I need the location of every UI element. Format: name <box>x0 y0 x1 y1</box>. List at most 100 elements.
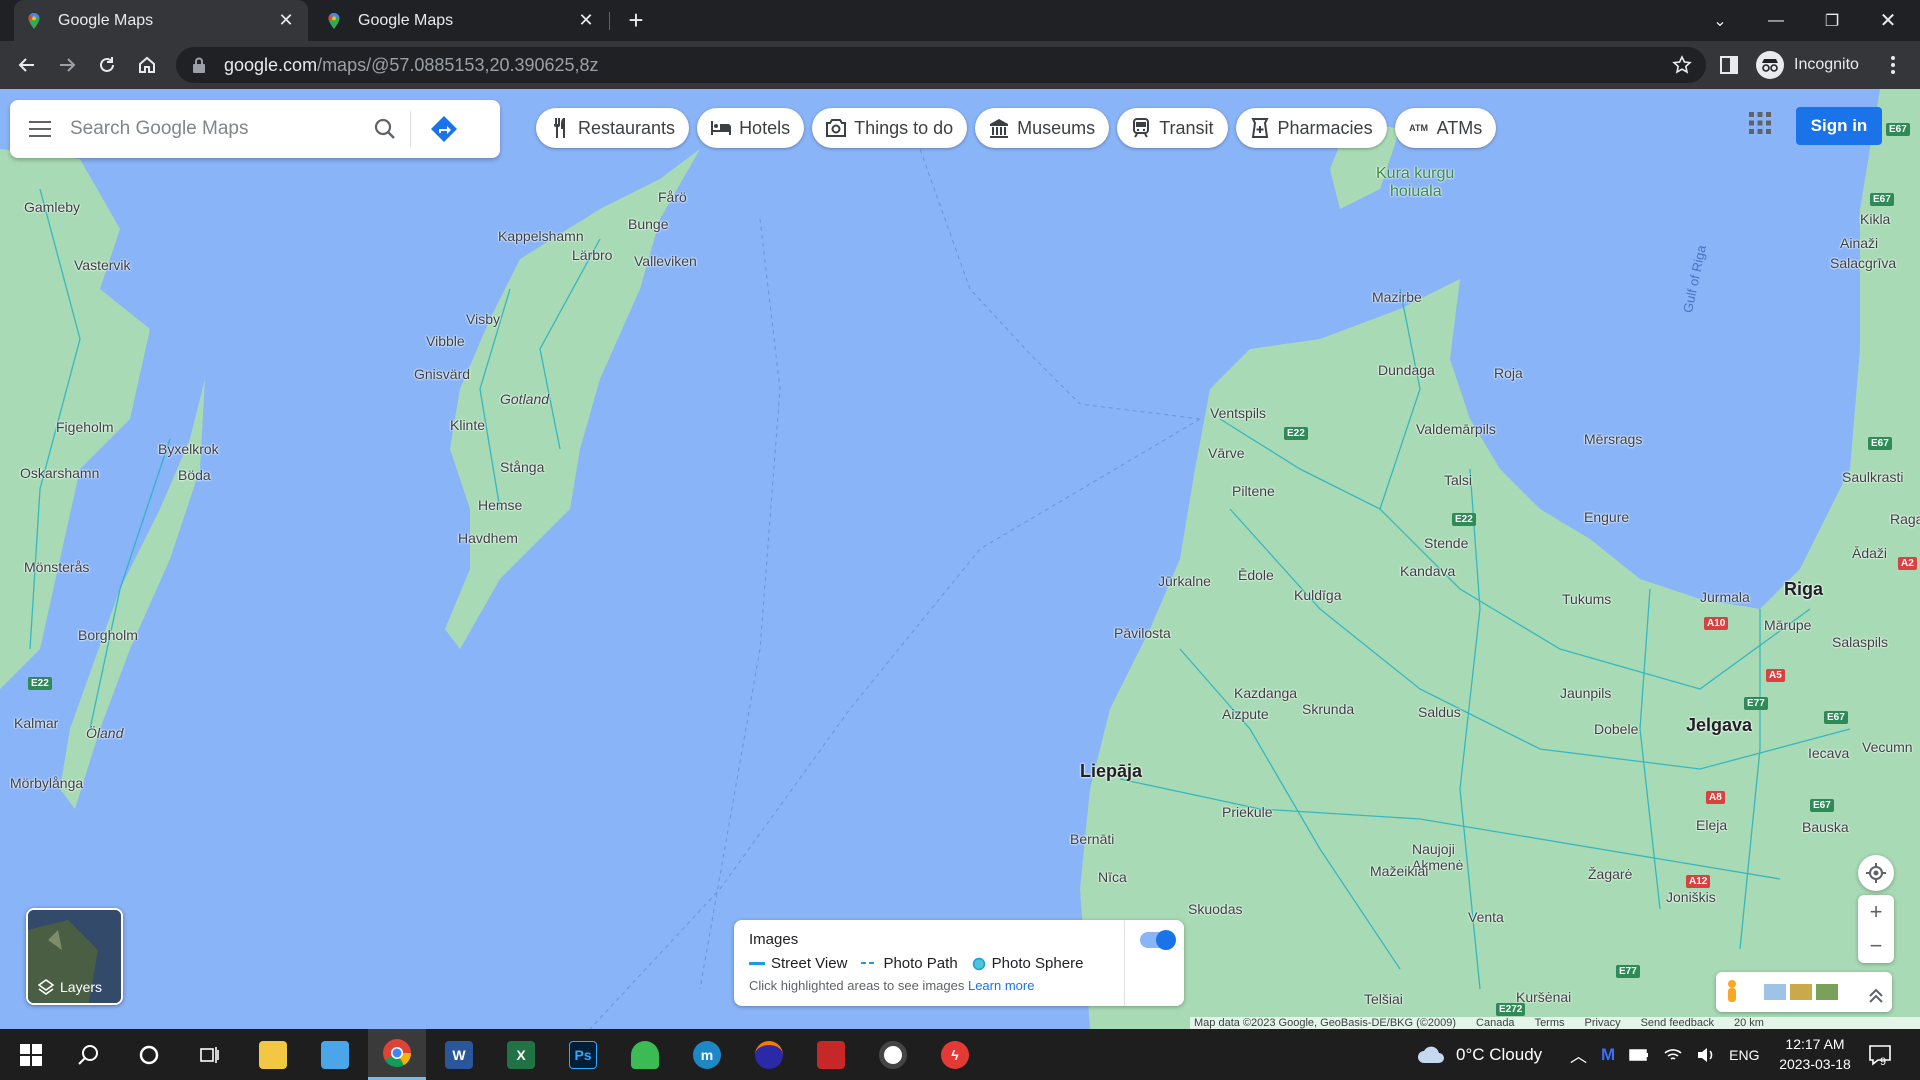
place-label[interactable]: Visby <box>466 311 500 327</box>
address-bar[interactable]: google.com/maps/@57.0885153,20.390625,8z <box>176 47 1706 83</box>
layers-button[interactable]: Layers <box>26 908 123 1005</box>
place-label[interactable]: Böda <box>178 467 211 483</box>
excel-button[interactable]: X <box>492 1029 550 1080</box>
place-label[interactable]: Kalmar <box>14 715 58 731</box>
place-label[interactable]: Kappelshamn <box>498 228 584 244</box>
wifi-icon[interactable] <box>1663 1047 1683 1063</box>
place-label[interactable]: Mönsterås <box>24 559 89 575</box>
chip-museums[interactable]: Museums <box>975 108 1110 148</box>
place-label[interactable]: Tukums <box>1562 591 1611 607</box>
place-label[interactable]: Kuldīga <box>1294 587 1341 603</box>
place-label[interactable]: Venta <box>1468 909 1504 925</box>
mu-app-button[interactable]: m <box>678 1029 736 1080</box>
tab-google-maps-2[interactable]: Google Maps ✕ <box>314 0 608 41</box>
minimize-button[interactable]: — <box>1748 0 1804 41</box>
place-label[interactable]: Vārve <box>1208 445 1245 461</box>
place-label[interactable]: Jaunpils <box>1560 685 1611 701</box>
tab-google-maps-1[interactable]: Google Maps ✕ <box>14 0 308 41</box>
close-tab-icon[interactable]: ✕ <box>576 10 596 31</box>
tab-search-chevron-icon[interactable]: ⌄ <box>1692 0 1748 41</box>
vpn-app-button[interactable] <box>616 1029 674 1080</box>
clock[interactable]: 12:17 AM 2023-03-18 <box>1770 1034 1860 1074</box>
place-label[interactable]: Jūrkalne <box>1158 573 1211 589</box>
place-label[interactable]: Stånga <box>500 459 544 475</box>
new-tab-button[interactable]: + <box>622 7 650 34</box>
place-label[interactable]: Mārupe <box>1764 617 1811 633</box>
chrome-button[interactable] <box>368 1029 426 1080</box>
place-label[interactable]: Dobele <box>1594 721 1638 737</box>
map-canvas[interactable]: Gamleby Vastervik Figeholm Oskarshamn By… <box>0 89 1920 1029</box>
disc-app-button[interactable] <box>864 1029 922 1080</box>
place-label[interactable]: Salaspils <box>1832 634 1888 650</box>
place-label-city[interactable]: Liepāja <box>1080 761 1142 782</box>
scale-bar[interactable]: 20 km <box>1734 1017 1764 1029</box>
place-label[interactable]: Pāvilosta <box>1114 625 1171 641</box>
word-button[interactable]: W <box>430 1029 488 1080</box>
place-label[interactable]: Mazirbe <box>1372 289 1422 305</box>
back-button[interactable] <box>12 50 42 80</box>
place-label[interactable]: Raga <box>1890 511 1920 527</box>
place-label[interactable]: Iecava <box>1808 745 1849 761</box>
place-label[interactable]: Salacgrīva <box>1830 255 1896 271</box>
send-feedback-link[interactable]: Send feedback <box>1641 1017 1714 1029</box>
place-label[interactable]: Byxelkrok <box>158 441 219 457</box>
start-button[interactable] <box>2 1029 60 1080</box>
zoom-in-button[interactable]: + <box>1870 895 1883 929</box>
place-label[interactable]: Öland <box>86 725 123 741</box>
place-label[interactable]: Vecumn <box>1862 739 1913 755</box>
reload-button[interactable] <box>92 50 122 80</box>
place-label[interactable]: Oskarshamn <box>20 465 99 481</box>
weather-widget[interactable]: 0°C Cloudy <box>1416 1029 1542 1080</box>
place-label[interactable]: Mörbylånga <box>10 775 83 791</box>
media-app-button[interactable] <box>740 1029 798 1080</box>
place-label[interactable]: Dundaga <box>1378 362 1435 378</box>
browser-menu-button[interactable] <box>1878 50 1908 80</box>
task-view-button[interactable] <box>180 1029 238 1080</box>
place-label[interactable]: Valdemārpils <box>1416 421 1496 437</box>
place-label[interactable]: Aizpute <box>1222 706 1269 722</box>
place-label[interactable]: Figeholm <box>56 419 114 435</box>
close-tab-icon[interactable]: ✕ <box>276 10 296 31</box>
place-label[interactable]: Kandava <box>1400 563 1455 579</box>
volume-icon[interactable] <box>1697 1047 1715 1063</box>
side-panel-button[interactable] <box>1714 50 1744 80</box>
place-label[interactable]: Bauska <box>1802 819 1849 835</box>
place-label[interactable]: Valleviken <box>634 253 697 269</box>
hamburger-menu-button[interactable] <box>10 100 70 158</box>
m-app-tray-icon[interactable]: M <box>1601 1045 1615 1065</box>
sign-in-button[interactable]: Sign in <box>1796 107 1882 145</box>
restore-button[interactable]: ❐ <box>1804 0 1860 41</box>
chip-pharmacies[interactable]: Pharmacies <box>1235 108 1387 148</box>
place-label[interactable]: Vibble <box>426 333 465 349</box>
place-label[interactable]: Jurmala <box>1700 589 1750 605</box>
place-label[interactable]: Ventspils <box>1210 405 1266 421</box>
privacy-link[interactable]: Privacy <box>1585 1017 1621 1029</box>
search-button[interactable] <box>360 100 410 158</box>
place-label[interactable]: Telšiai <box>1364 991 1403 1007</box>
terms-link[interactable]: Terms <box>1535 1017 1565 1029</box>
home-button[interactable] <box>132 50 162 80</box>
my-location-button[interactable] <box>1858 855 1894 891</box>
place-label[interactable]: Piltene <box>1232 483 1275 499</box>
forward-button[interactable] <box>52 50 82 80</box>
place-label[interactable]: Ainaži <box>1840 235 1878 251</box>
directions-button[interactable] <box>411 100 477 158</box>
recorder-app-button[interactable] <box>802 1029 860 1080</box>
chip-things-to-do[interactable]: Things to do <box>812 108 968 148</box>
place-label[interactable]: Kura kurgu <box>1376 165 1454 183</box>
zoom-out-button[interactable]: − <box>1870 929 1883 963</box>
place-label[interactable]: Saulkrasti <box>1842 469 1903 485</box>
photoshop-button[interactable]: Ps <box>554 1029 612 1080</box>
place-label[interactable]: Ādaži <box>1852 545 1887 561</box>
place-label[interactable]: Žagarė <box>1588 866 1632 882</box>
search-input[interactable] <box>70 118 360 140</box>
bookmark-star-icon[interactable] <box>1672 55 1692 75</box>
chip-hotels[interactable]: Hotels <box>697 108 805 148</box>
region-link[interactable]: Canada <box>1476 1017 1515 1029</box>
chip-transit[interactable]: Transit <box>1117 108 1228 148</box>
place-label[interactable]: Mērsrags <box>1584 431 1642 447</box>
google-apps-icon[interactable] <box>1748 111 1772 135</box>
place-label[interactable]: Fårö <box>658 189 687 205</box>
cortana-button[interactable] <box>120 1029 178 1080</box>
chip-atms[interactable]: ATM ATMs <box>1394 108 1497 148</box>
